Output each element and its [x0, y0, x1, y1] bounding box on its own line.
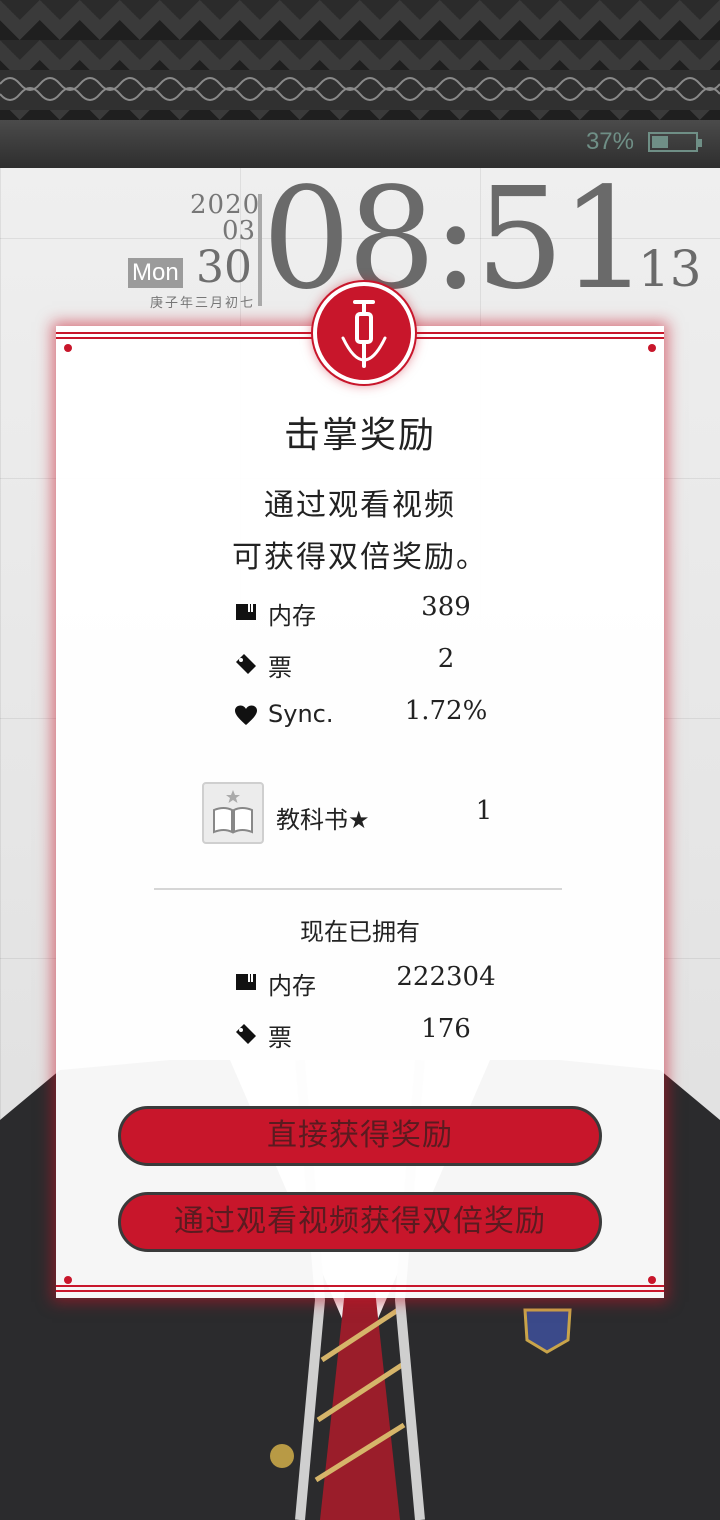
reward-label: Sync.	[268, 700, 334, 728]
date-weekday: Mon	[128, 258, 183, 288]
reward-dialog: 击掌奖励 通过观看视频 可获得双倍奖励。 内存 389 票 2 Sync. 1.…	[56, 282, 664, 1298]
reward-row-sync: Sync. 1.72%	[56, 696, 664, 736]
book-glyph	[213, 790, 253, 834]
date-day: 30	[196, 242, 252, 293]
corner-dot	[64, 344, 72, 352]
owned-row-ticket: 票 176	[56, 1014, 664, 1054]
watch-video-double-reward-button[interactable]: 通过观看视频获得双倍奖励	[118, 1192, 602, 1252]
reward-value: 1.72%	[404, 696, 488, 726]
description-line: 可获得双倍奖励。	[232, 540, 488, 575]
battery-icon	[648, 132, 702, 152]
syringe-glyph	[341, 300, 387, 368]
ticket-icon	[236, 654, 256, 674]
section-divider	[154, 888, 562, 890]
reward-label: 内存	[268, 602, 316, 630]
dialog-description: 通过观看视频 可获得双倍奖励。	[56, 480, 664, 584]
claim-reward-button[interactable]: 直接获得奖励	[118, 1106, 602, 1166]
reward-value: 2	[437, 644, 455, 674]
owned-row-memory: 内存 222304	[56, 962, 664, 1002]
reward-row-ticket: 票 2	[56, 644, 664, 684]
owned-value: 176	[421, 1014, 471, 1044]
corner-dot	[64, 1276, 72, 1284]
dialog-border-line	[56, 1290, 664, 1292]
reward-label: 票	[268, 654, 292, 682]
top-decor-band	[0, 0, 720, 120]
corner-dot	[648, 1276, 656, 1284]
memory-card-icon	[236, 604, 256, 620]
syringe-icon	[313, 282, 415, 384]
owned-value: 222304	[396, 962, 496, 992]
reward-row-memory: 内存 389	[56, 592, 664, 632]
ticket-icon	[236, 1024, 256, 1044]
dialog-border-line	[56, 1285, 664, 1287]
lunar-date: 庚子年三月初七	[150, 296, 256, 311]
dialog-title: 击掌奖励	[283, 415, 436, 456]
owned-label: 内存	[268, 972, 316, 1000]
owned-title: 现在已拥有	[300, 918, 420, 946]
battery-fill	[652, 136, 668, 148]
owned-label: 票	[268, 1024, 292, 1052]
corner-dot	[648, 344, 656, 352]
heart-icon	[235, 705, 257, 725]
description-line: 通过观看视频	[264, 488, 456, 523]
textbook-icon	[202, 782, 264, 844]
clock-seconds: 13	[638, 240, 702, 298]
lace-trim	[0, 70, 720, 110]
battery-percent: 37%	[585, 128, 634, 155]
textbook-label: 教科书★	[276, 806, 370, 834]
reward-value: 389	[421, 592, 471, 622]
textbook-value: 1	[475, 796, 493, 826]
memory-card-icon	[236, 974, 256, 990]
